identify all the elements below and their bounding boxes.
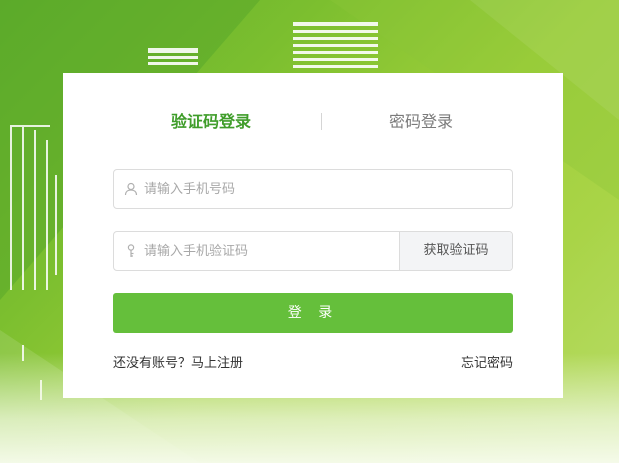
tab-divider xyxy=(321,113,322,130)
phone-input[interactable] xyxy=(144,170,504,208)
login-tabs: 验证码登录 密码登录 xyxy=(63,109,563,135)
tab-password-login[interactable]: 密码登录 xyxy=(389,109,453,135)
building-center-icon xyxy=(148,48,198,65)
register-link[interactable]: 还没有账号？马上注册 xyxy=(113,352,243,371)
phone-field xyxy=(113,169,513,209)
get-code-button[interactable]: 获取验证码 xyxy=(399,232,512,270)
login-button[interactable]: 登 录 xyxy=(113,293,513,333)
forgot-password-link[interactable]: 忘记密码 xyxy=(461,352,513,371)
tab-sms-login[interactable]: 验证码登录 xyxy=(171,109,251,135)
login-card: 验证码登录 密码登录 获取验证码 登 录 还没有账号？马上注册 忘记密码 xyxy=(63,73,563,398)
building-right-icon xyxy=(293,22,378,68)
code-input[interactable] xyxy=(144,232,394,270)
key-icon xyxy=(127,244,135,257)
code-field: 获取验证码 xyxy=(113,231,513,271)
user-icon xyxy=(124,182,138,196)
